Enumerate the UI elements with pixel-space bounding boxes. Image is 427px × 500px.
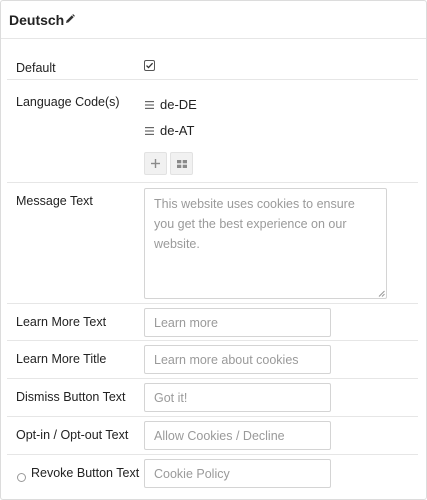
opt-in-out-label: Opt-in / Opt-out Text <box>16 428 129 442</box>
grid-icon <box>176 159 187 168</box>
add-language-code-button[interactable] <box>144 152 167 175</box>
revoke-button-label: Revoke Button Text <box>31 466 140 480</box>
checkbox-checked-icon[interactable] <box>144 60 155 71</box>
drag-handle-icon[interactable] <box>145 101 154 109</box>
message-text-row: Message Text <box>7 183 418 304</box>
language-code-text: de-DE <box>160 97 197 112</box>
default-row: Default <box>7 40 418 80</box>
opt-in-out-row: Opt-in / Opt-out Text <box>7 417 418 455</box>
dismiss-button-input[interactable] <box>144 383 331 412</box>
revoke-button-row: Revoke Button Text <box>7 455 418 495</box>
dismiss-button-label: Dismiss Button Text <box>16 390 126 404</box>
learn-more-title-input[interactable] <box>144 345 331 374</box>
default-label: Default <box>16 61 56 75</box>
dismiss-button-row: Dismiss Button Text <box>7 379 418 417</box>
language-panel: Deutsch Default Language Code(s) de-DE d… <box>0 0 427 500</box>
learn-more-title-label: Learn More Title <box>16 352 107 366</box>
message-text-label: Message Text <box>16 194 93 208</box>
language-code-text: de-AT <box>160 123 195 138</box>
panel-header: Deutsch <box>1 1 426 39</box>
language-codes-row: Language Code(s) de-DE de-AT <box>7 80 418 183</box>
message-text-textarea[interactable] <box>144 188 387 299</box>
radio-icon[interactable] <box>17 473 26 482</box>
learn-more-text-label: Learn More Text <box>16 315 107 329</box>
revoke-button-input[interactable] <box>144 459 331 488</box>
learn-more-text-row: Learn More Text <box>7 304 418 341</box>
pencil-icon[interactable] <box>65 14 75 24</box>
learn-more-text-input[interactable] <box>144 308 331 337</box>
resize-grip-icon[interactable] <box>378 290 385 297</box>
opt-in-out-input[interactable] <box>144 421 331 450</box>
drag-handle-icon[interactable] <box>145 127 154 135</box>
panel-title: Deutsch <box>9 12 65 28</box>
plus-icon <box>151 159 160 168</box>
learn-more-title-row: Learn More Title <box>7 341 418 379</box>
bulk-edit-button[interactable] <box>170 152 193 175</box>
language-codes-label: Language Code(s) <box>16 95 120 109</box>
